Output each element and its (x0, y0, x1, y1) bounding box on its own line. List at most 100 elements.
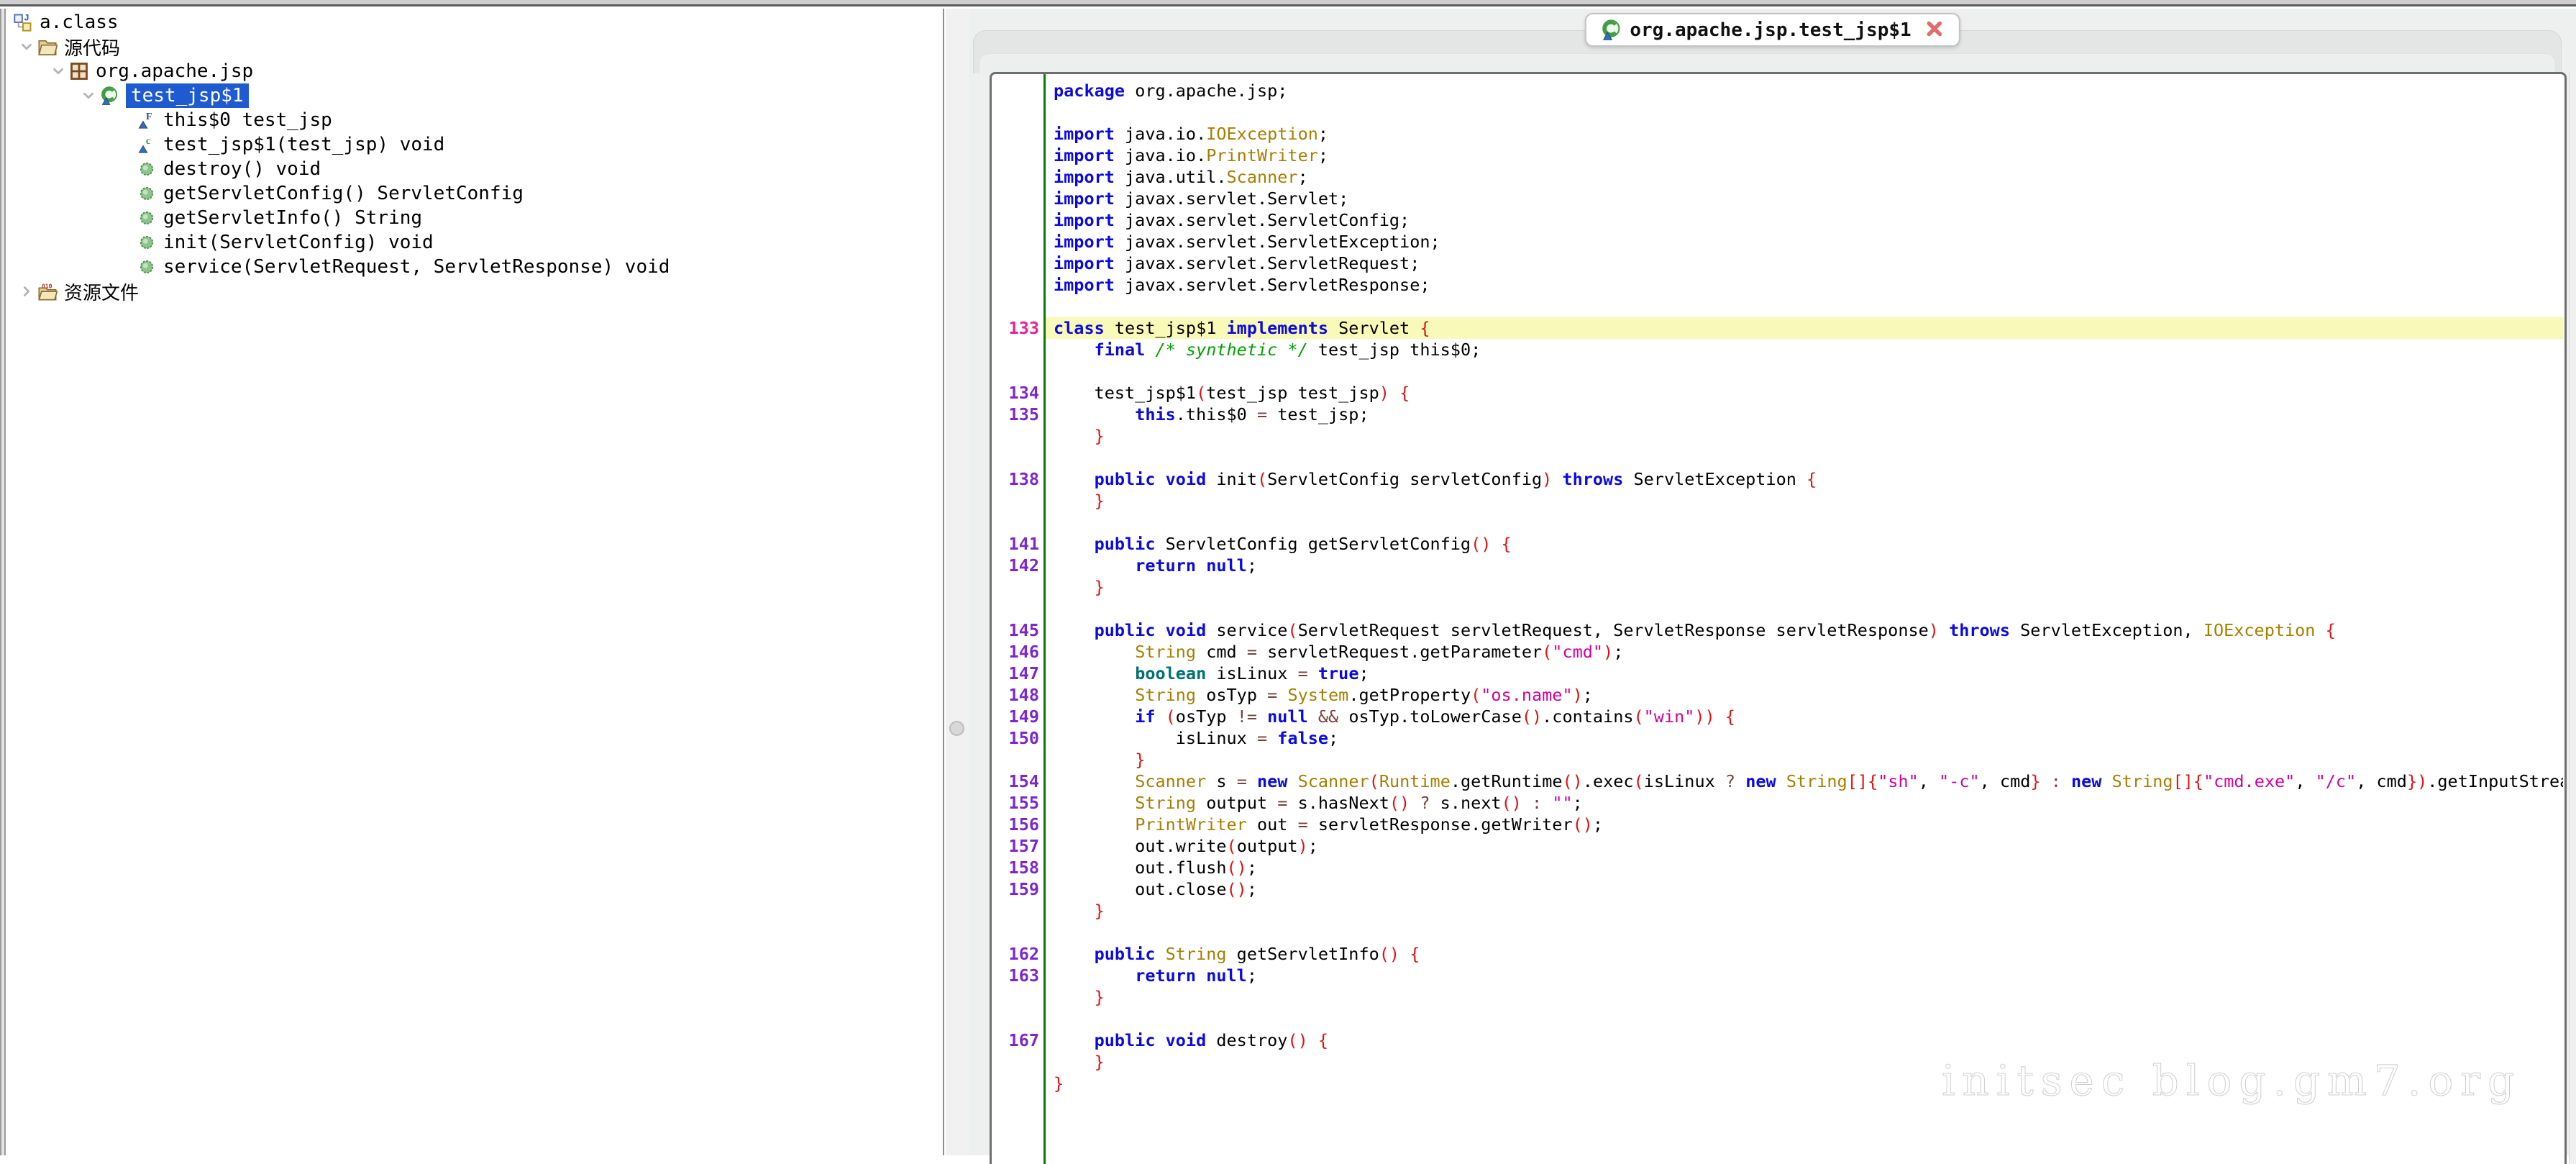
tree-item[interactable]: Ja.class (6, 10, 943, 35)
code-line[interactable] (992, 360, 2563, 382)
line-number: 159 (992, 878, 1039, 900)
chevron-down-icon[interactable] (16, 38, 37, 55)
code-line[interactable]: import javax.servlet.ServletRequest; (992, 253, 2563, 274)
code-line[interactable]: import javax.servlet.ServletConfig; (992, 209, 2563, 231)
code-line[interactable]: 133class test_jsp$1 implements Servlet { (992, 317, 2563, 339)
code-line[interactable] (992, 296, 2563, 317)
code-line[interactable]: } (992, 490, 2563, 511)
tree-item[interactable]: 源代码 (6, 35, 943, 59)
code-line[interactable] (992, 101, 2563, 123)
code-line-text: } (1054, 490, 2563, 511)
line-number: 148 (992, 684, 1039, 706)
line-number: 157 (992, 835, 1039, 857)
svg-text:F: F (146, 112, 152, 122)
tree-item[interactable]: destroy() void (6, 157, 943, 181)
chevron-down-icon[interactable] (78, 87, 99, 104)
code-line[interactable] (992, 922, 2563, 943)
field-icon: F (137, 110, 157, 130)
code-line-text: } (1054, 576, 2563, 598)
code-line[interactable]: 156 PrintWriter out = servletResponse.ge… (992, 814, 2563, 835)
code-line[interactable]: 149 if (osTyp != null && osTyp.toLowerCa… (992, 706, 2563, 727)
editor-scrollbar[interactable] (2569, 72, 2576, 1164)
code-line[interactable]: 155 String output = s.hasNext() ? s.next… (992, 792, 2563, 814)
tree-item-label: getServletInfo() String (163, 207, 422, 229)
line-number: 150 (992, 727, 1039, 749)
code-line-text: public String getServletInfo() { (1054, 943, 2563, 965)
code-editor[interactable]: package org.apache.jsp; import java.io.IO… (990, 72, 2567, 1164)
code-line[interactable]: package org.apache.jsp; (992, 80, 2563, 101)
code-line[interactable]: import java.io.IOException; (992, 123, 2563, 145)
code-lines: package org.apache.jsp; import java.io.IO… (992, 80, 2563, 1094)
line-number: 156 (992, 814, 1039, 835)
code-line[interactable]: 154 Scanner s = new Scanner(Runtime.getR… (992, 770, 2563, 792)
class-icon (1599, 19, 1622, 41)
tree-item[interactable]: service(ServletRequest, ServletResponse)… (6, 255, 943, 279)
tree-item[interactable]: getServletInfo() String (6, 206, 943, 230)
resources-folder-icon: 010 (37, 281, 58, 301)
tree-item[interactable]: getServletConfig() ServletConfig (6, 181, 943, 206)
tree-item[interactable]: ctest_jsp$1(test_jsp) void (6, 132, 943, 157)
code-line-text: import java.io.IOException; (1054, 123, 2563, 145)
code-line[interactable]: 158 out.flush(); (992, 857, 2563, 878)
line-number: 167 (992, 1029, 1039, 1051)
code-line[interactable] (992, 511, 2563, 533)
code-line[interactable]: 159 out.close(); (992, 878, 2563, 900)
code-line-text: return null; (1054, 965, 2563, 986)
code-line[interactable]: 146 String cmd = servletRequest.getParam… (992, 641, 2563, 663)
code-line[interactable]: } (992, 986, 2563, 1008)
code-line[interactable] (992, 1008, 2563, 1029)
editor-tab-label: org.apache.jsp.test_jsp$1 (1630, 19, 1911, 41)
code-line[interactable]: 162 public String getServletInfo() { (992, 943, 2563, 965)
code-line[interactable]: } (992, 576, 2563, 598)
code-line[interactable]: 163 return null; (992, 965, 2563, 986)
line-number: 142 (992, 555, 1039, 576)
splitter-handle[interactable] (949, 721, 964, 736)
code-line[interactable] (992, 447, 2563, 468)
code-line[interactable]: 145 public void service(ServletRequest s… (992, 619, 2563, 641)
tree-item-label: getServletConfig() ServletConfig (163, 183, 524, 204)
code-line[interactable] (992, 598, 2563, 619)
chevron-down-icon[interactable] (47, 63, 69, 80)
chevron-right-icon[interactable] (16, 283, 37, 300)
code-line[interactable]: import javax.servlet.ServletException; (992, 231, 2563, 253)
code-line[interactable]: 150 isLinux = false; (992, 727, 2563, 749)
tree-item-label: 资源文件 (64, 278, 139, 305)
tree-item[interactable]: test_jsp$1 (6, 83, 943, 108)
code-line[interactable]: import javax.servlet.Servlet; (992, 188, 2563, 209)
line-number: 145 (992, 619, 1039, 641)
code-line[interactable]: } (992, 749, 2563, 770)
line-number: 162 (992, 943, 1039, 965)
tree-item[interactable]: 010 资源文件 (6, 279, 943, 304)
code-line[interactable]: import java.io.PrintWriter; (992, 145, 2563, 166)
code-line[interactable]: 142 return null; (992, 555, 2563, 576)
code-line-text: import javax.servlet.Servlet; (1054, 188, 2563, 209)
code-line[interactable]: } (992, 425, 2563, 447)
panel-splitter[interactable] (946, 9, 969, 1155)
tree-item[interactable]: org.apache.jsp (6, 59, 943, 83)
line-number: 138 (992, 468, 1039, 490)
tab-close-button[interactable] (1924, 19, 1945, 41)
code-line[interactable]: import javax.servlet.ServletResponse; (992, 274, 2563, 296)
tree-item[interactable]: Fthis$0 test_jsp (6, 108, 943, 132)
code-line[interactable]: import java.util.Scanner; (992, 166, 2563, 188)
code-line-text: this.this$0 = test_jsp; (1054, 404, 2563, 425)
code-line[interactable]: 138 public void init(ServletConfig servl… (992, 468, 2563, 490)
code-line[interactable]: 157 out.write(output); (992, 835, 2563, 857)
svg-text:c: c (146, 136, 150, 147)
code-line[interactable]: 141 public ServletConfig getServletConfi… (992, 533, 2563, 555)
code-line[interactable]: } (992, 900, 2563, 922)
code-line[interactable]: final /* synthetic */ test_jsp this$0; (992, 339, 2563, 360)
code-line[interactable]: 148 String osTyp = System.getProperty("o… (992, 684, 2563, 706)
editor-tab[interactable]: org.apache.jsp.test_jsp$1 (1584, 13, 1960, 47)
code-line-text: package org.apache.jsp; (1054, 80, 2563, 101)
code-line[interactable]: 135 this.this$0 = test_jsp; (992, 404, 2563, 425)
tree-item[interactable]: init(ServletConfig) void (6, 230, 943, 255)
code-line-text: boolean isLinux = true; (1054, 663, 2563, 684)
code-line[interactable]: 134 test_jsp$1(test_jsp test_jsp) { (992, 382, 2563, 404)
tree-item-label: destroy() void (163, 158, 321, 180)
left-edge-scrollbar[interactable] (0, 9, 6, 1155)
tree-item-label: this$0 test_jsp (163, 109, 332, 131)
code-line[interactable]: 147 boolean isLinux = true; (992, 663, 2563, 684)
code-line-text: import javax.servlet.ServletRequest; (1054, 253, 2563, 274)
code-line[interactable]: 167 public void destroy() { (992, 1029, 2563, 1051)
